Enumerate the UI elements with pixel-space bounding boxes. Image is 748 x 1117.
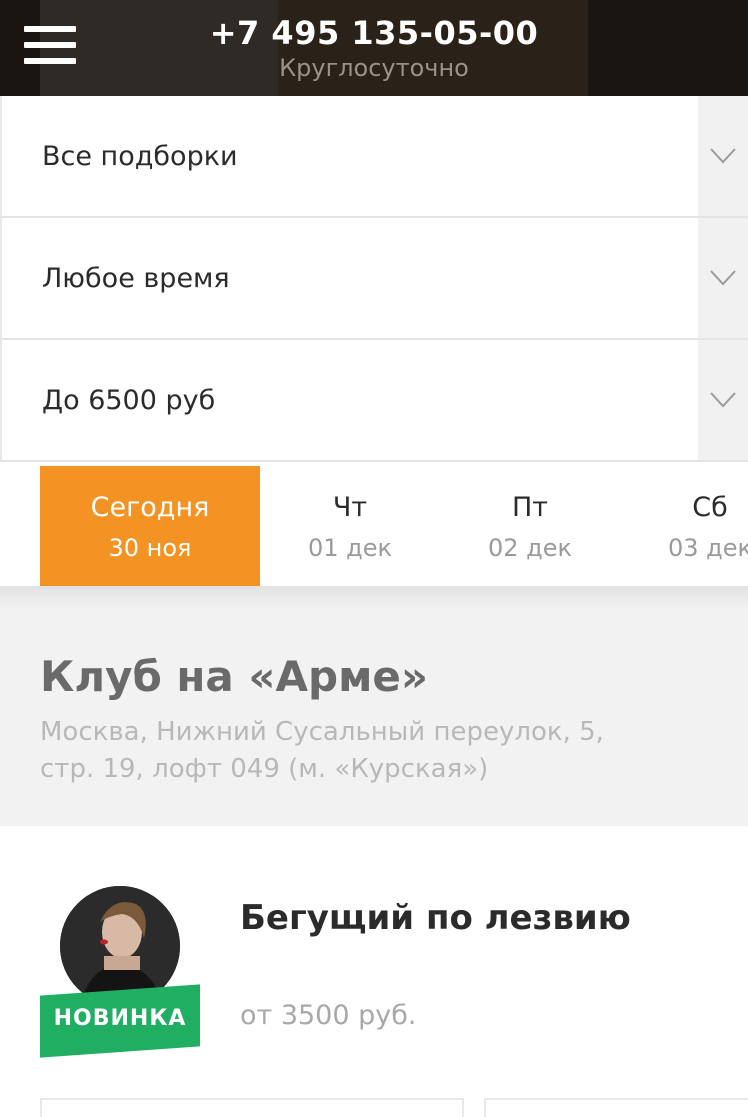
next-card-left[interactable] [40, 1098, 464, 1117]
club-title[interactable]: Клуб на «Арме» [40, 652, 428, 701]
top-header: +7 495 135-05-00 Круглосуточно [0, 0, 748, 96]
club-section-shadow [0, 586, 748, 610]
date-selector: Сегодня 30 ноя Чт 01 дек Пт 02 дек Сб 03… [0, 464, 748, 586]
date-tab-date: 03 дек [667, 534, 748, 562]
collection-filter-dropdown[interactable]: Все подборки [0, 96, 748, 218]
date-tab-day: Сегодня [90, 492, 210, 523]
next-card-right[interactable] [484, 1098, 748, 1117]
new-badge-label: НОВИНКА [53, 1006, 187, 1031]
date-tab-sat[interactable]: Сб 03 дек [600, 466, 748, 586]
date-tab-today[interactable]: Сегодня 30 ноя [40, 466, 260, 586]
time-filter-label: Любое время [42, 263, 230, 294]
club-section [0, 586, 748, 826]
time-filter-dropdown[interactable]: Любое время [0, 218, 748, 340]
price-filter-label: До 6500 руб [42, 385, 216, 416]
event-price: от 3500 руб. [240, 1000, 417, 1031]
date-tab-day: Сб [692, 492, 728, 523]
chevron-down-icon[interactable] [698, 340, 748, 460]
chevron-down-icon[interactable] [698, 96, 748, 216]
price-filter-dropdown[interactable]: До 6500 руб [0, 340, 748, 462]
event-title[interactable]: Бегущий по лезвию [240, 896, 660, 940]
club-address: Москва, Нижний Сусальный переулок, 5, ст… [40, 717, 604, 784]
chevron-down-icon[interactable] [698, 218, 748, 338]
phone-number-link[interactable]: +7 495 135-05-00 [0, 14, 748, 52]
collection-filter-label: Все подборки [42, 141, 238, 172]
working-hours: Круглосуточно [279, 54, 469, 82]
date-tab-date: 30 ноя [108, 534, 192, 562]
